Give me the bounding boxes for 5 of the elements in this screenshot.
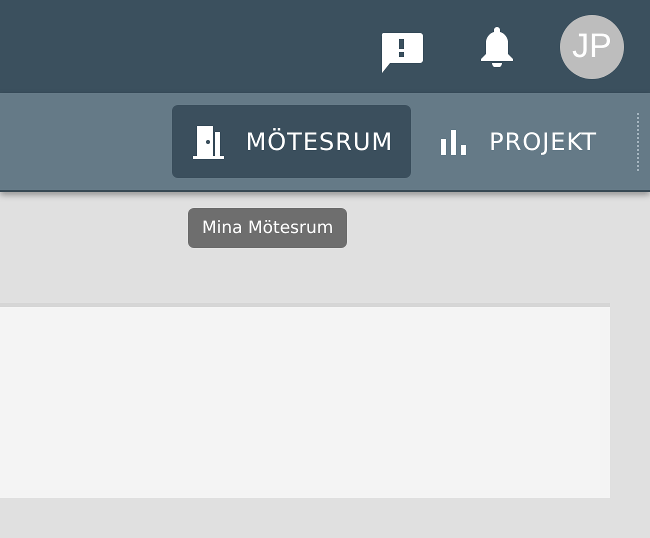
nav-tab[interactable]: PROJEKT xyxy=(421,105,615,178)
tooltip: Mina Mötesrum xyxy=(188,208,348,248)
bell-icon[interactable] xyxy=(480,26,514,66)
nav-tab[interactable]: MÖTESRUM xyxy=(172,105,412,178)
feedback-icon[interactable] xyxy=(380,32,423,72)
